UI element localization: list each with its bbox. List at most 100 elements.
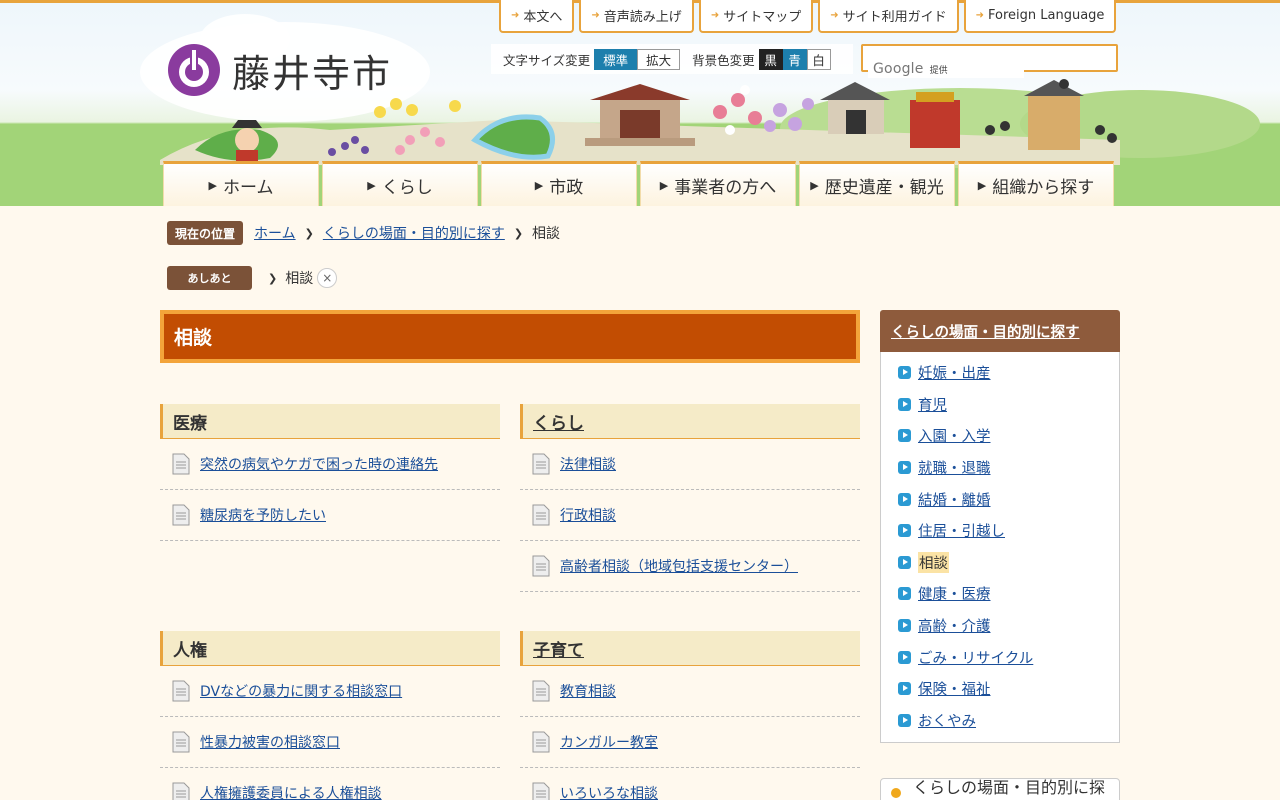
nav-business[interactable]: ▶ 事業者の方へ bbox=[640, 161, 796, 206]
read-aloud-button[interactable]: ➜ 音声読み上げ bbox=[579, 0, 694, 33]
breadcrumb-scene-link[interactable]: くらしの場面・目的別に探す bbox=[323, 223, 505, 243]
font-size-label: 文字サイズ変更 bbox=[503, 52, 591, 68]
nav-organization[interactable]: ▶ 組織から探す bbox=[958, 161, 1114, 206]
sidebar-item-employment[interactable]: 就職・退職 bbox=[881, 452, 1119, 484]
sidebar-item-label[interactable]: 住居・引越し bbox=[918, 520, 1005, 541]
main-nav: ▶ ホーム ▶ くらし ▶ 市政 ▶ 事業者の方へ ▶ 歴史遺産・観光 ▶ 組織から探す bbox=[163, 161, 1114, 206]
bullet-arrow-icon bbox=[898, 461, 911, 475]
arrow-icon: ➜ bbox=[591, 10, 600, 21]
sitemap-button[interactable]: ➜ サイトマップ bbox=[698, 0, 814, 33]
sidebar-item-label[interactable]: 就職・退職 bbox=[918, 457, 991, 478]
document-icon bbox=[532, 555, 550, 577]
sidebar-item-label[interactable]: 健康・医療 bbox=[918, 583, 991, 604]
sidebar-item-bereavement[interactable]: おくやみ bbox=[881, 705, 1119, 737]
sidebar-heading-link[interactable]: くらしの場面・目的別に探す bbox=[891, 321, 1080, 342]
sidebar-item-pregnancy[interactable]: 妊娠・出産 bbox=[881, 357, 1119, 389]
sidebar-item-marriage[interactable]: 結婚・離婚 bbox=[881, 483, 1119, 515]
list-link[interactable]: 人権擁護委員による人権相談 bbox=[200, 783, 382, 800]
bullet-arrow-icon bbox=[898, 492, 911, 506]
nav-city-government[interactable]: ▶ 市政 bbox=[481, 161, 637, 206]
site-logo[interactable]: 藤井寺市 bbox=[166, 42, 392, 98]
triangle-right-icon: ▶ bbox=[659, 178, 669, 192]
site-name: 藤井寺市 bbox=[232, 51, 393, 96]
chevron-right-icon: ❯ bbox=[304, 226, 314, 240]
list-item: 糖尿病を予防したい bbox=[160, 490, 500, 541]
sidebar-item-label[interactable]: 入園・入学 bbox=[918, 425, 991, 446]
breadcrumb-current: 相談 bbox=[532, 226, 561, 242]
sidebar-item-label[interactable]: 高齢・介護 bbox=[918, 615, 991, 636]
nav-label: 市政 bbox=[549, 177, 584, 198]
sidebar-item-label[interactable]: おくやみ bbox=[918, 710, 976, 731]
chevron-right-icon: ❯ bbox=[268, 271, 278, 285]
bg-white-button[interactable]: 白 bbox=[806, 48, 831, 70]
sidebar-item-elderly-care[interactable]: 高齢・介護 bbox=[881, 610, 1119, 642]
bullet-arrow-icon bbox=[898, 713, 911, 727]
document-icon bbox=[172, 680, 190, 702]
list-link[interactable]: DVなどの暴力に関する相談窓口 bbox=[200, 681, 402, 701]
history-item[interactable]: 相談 bbox=[285, 268, 313, 288]
bullet-arrow-icon bbox=[898, 587, 911, 601]
sidebar-item-health[interactable]: 健康・医療 bbox=[881, 578, 1119, 610]
triangle-right-icon: ▶ bbox=[810, 178, 819, 192]
site-guide-button[interactable]: ➜ サイト利用ガイド bbox=[818, 0, 959, 33]
bg-black-button[interactable]: 黒 bbox=[758, 48, 783, 70]
triangle-right-icon: ▶ bbox=[977, 178, 987, 192]
close-icon[interactable]: × bbox=[317, 268, 338, 288]
triangle-right-icon: ▶ bbox=[534, 178, 544, 192]
list-link[interactable]: 性暴力被害の相談窓口 bbox=[200, 732, 340, 752]
scene-search-banner[interactable]: くらしの場面・目的別に探す bbox=[880, 778, 1120, 800]
nav-label: くらし bbox=[381, 177, 433, 198]
category-heading-link[interactable]: くらし bbox=[520, 404, 860, 439]
list-item: カンガルー教室 bbox=[520, 717, 860, 768]
sidebar-list: 妊娠・出産 育児 入園・入学 就職・退職 結婚・離婚 住居・引越し 相談 健康・… bbox=[880, 352, 1120, 743]
sidebar-item-label[interactable]: 保険・福祉 bbox=[918, 678, 991, 699]
sidebar-item-label[interactable]: 育児 bbox=[918, 394, 947, 415]
list-link[interactable]: 法律相談 bbox=[560, 454, 616, 474]
nav-heritage-tourism[interactable]: ▶ 歴史遺産・観光 bbox=[799, 161, 955, 206]
sidebar-item-childcare[interactable]: 育児 bbox=[881, 389, 1119, 421]
document-icon bbox=[532, 731, 550, 753]
nav-living[interactable]: ▶ くらし bbox=[322, 161, 478, 206]
sidebar-item-school-entry[interactable]: 入園・入学 bbox=[881, 420, 1119, 452]
list-link[interactable]: 教育相談 bbox=[560, 681, 616, 701]
document-icon bbox=[172, 782, 190, 800]
sidebar-item-consultation[interactable]: 相談 bbox=[881, 547, 1119, 579]
person-icon bbox=[891, 788, 901, 798]
breadcrumb-tag: 現在の位置 bbox=[167, 221, 244, 245]
sidebar-item-label[interactable]: 妊娠・出産 bbox=[918, 362, 991, 383]
breadcrumb-home-link[interactable]: ホーム bbox=[254, 223, 296, 243]
skip-to-content-button[interactable]: ➜ 本文へ bbox=[499, 0, 575, 33]
list-item: 教育相談 bbox=[520, 666, 860, 717]
list-link[interactable]: 突然の病気やケガで困った時の連絡先 bbox=[200, 454, 438, 474]
list-link[interactable]: カンガルー教室 bbox=[560, 732, 658, 752]
google-credit: Google 提供 bbox=[868, 60, 1024, 78]
list-item: 性暴力被害の相談窓口 bbox=[160, 717, 500, 768]
list-link[interactable]: いろいろな相談 bbox=[560, 783, 658, 800]
arrow-icon: ➜ bbox=[710, 10, 720, 21]
list-item: 人権擁護委員による人権相談 bbox=[160, 768, 500, 800]
list-link[interactable]: 糖尿病を予防したい bbox=[200, 505, 326, 525]
nav-label: 事業者の方へ bbox=[674, 177, 777, 198]
list-link[interactable]: 行政相談 bbox=[560, 505, 616, 525]
category-heading-link[interactable]: 子育て bbox=[520, 631, 860, 666]
chevron-right-icon: ❯ bbox=[513, 226, 524, 240]
sidebar-item-moving[interactable]: 住居・引越し bbox=[881, 515, 1119, 547]
util-label: 音声読み上げ bbox=[603, 10, 682, 25]
list-link[interactable]: 高齢者相談（地域包括支援センター） bbox=[560, 556, 798, 576]
list-item: 高齢者相談（地域包括支援センター） bbox=[520, 541, 860, 592]
sidebar-item-insurance[interactable]: 保険・福祉 bbox=[881, 673, 1119, 705]
sidebar-item-recycling[interactable]: ごみ・リサイクル bbox=[881, 641, 1119, 673]
util-label: 本文へ bbox=[523, 10, 563, 25]
list-item: 突然の病気やケガで困った時の連絡先 bbox=[160, 439, 500, 490]
font-size-large-button[interactable]: 拡大 bbox=[637, 48, 681, 70]
util-label: Foreign Language bbox=[988, 8, 1105, 23]
bg-blue-button[interactable]: 青 bbox=[782, 48, 807, 70]
sidebar-item-label[interactable]: 結婚・離婚 bbox=[918, 489, 991, 510]
bullet-arrow-icon bbox=[898, 366, 911, 380]
font-size-standard-button[interactable]: 標準 bbox=[594, 48, 638, 70]
sidebar-item-label[interactable]: ごみ・リサイクル bbox=[918, 647, 1033, 668]
bullet-arrow-icon bbox=[898, 650, 911, 664]
document-icon bbox=[532, 453, 550, 475]
foreign-language-button[interactable]: ➜ Foreign Language bbox=[963, 0, 1117, 33]
nav-home[interactable]: ▶ ホーム bbox=[163, 161, 319, 206]
